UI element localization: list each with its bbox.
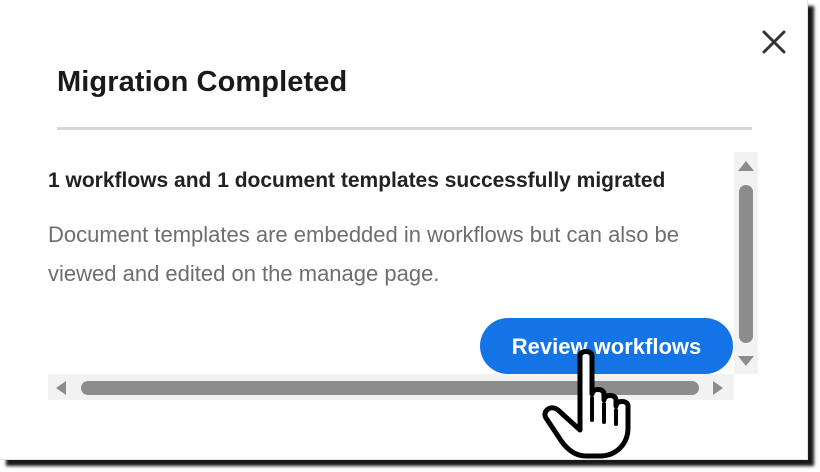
close-icon — [762, 30, 786, 54]
vertical-scrollbar[interactable] — [734, 152, 758, 374]
message-body: Document templates are embedded in workf… — [48, 222, 680, 286]
arrow-up-icon[interactable] — [738, 161, 754, 171]
horizontal-scroll-thumb[interactable] — [81, 381, 699, 395]
arrow-right-icon[interactable] — [713, 381, 723, 395]
vertical-scroll-thumb[interactable] — [739, 185, 753, 343]
horizontal-scrollbar[interactable] — [48, 374, 734, 400]
title-divider — [57, 127, 752, 130]
close-button[interactable] — [759, 27, 789, 57]
message-heading: 1 workflows and 1 document templates suc… — [48, 169, 666, 192]
dialog-content: 1 workflows and 1 document templates suc… — [48, 152, 733, 374]
migration-dialog: Migration Completed 1 workflows and 1 do… — [0, 0, 808, 460]
review-workflows-button[interactable]: Review workflows — [480, 318, 733, 374]
dialog-title: Migration Completed — [57, 66, 348, 98]
arrow-left-icon[interactable] — [56, 381, 66, 395]
arrow-down-icon[interactable] — [738, 356, 754, 366]
